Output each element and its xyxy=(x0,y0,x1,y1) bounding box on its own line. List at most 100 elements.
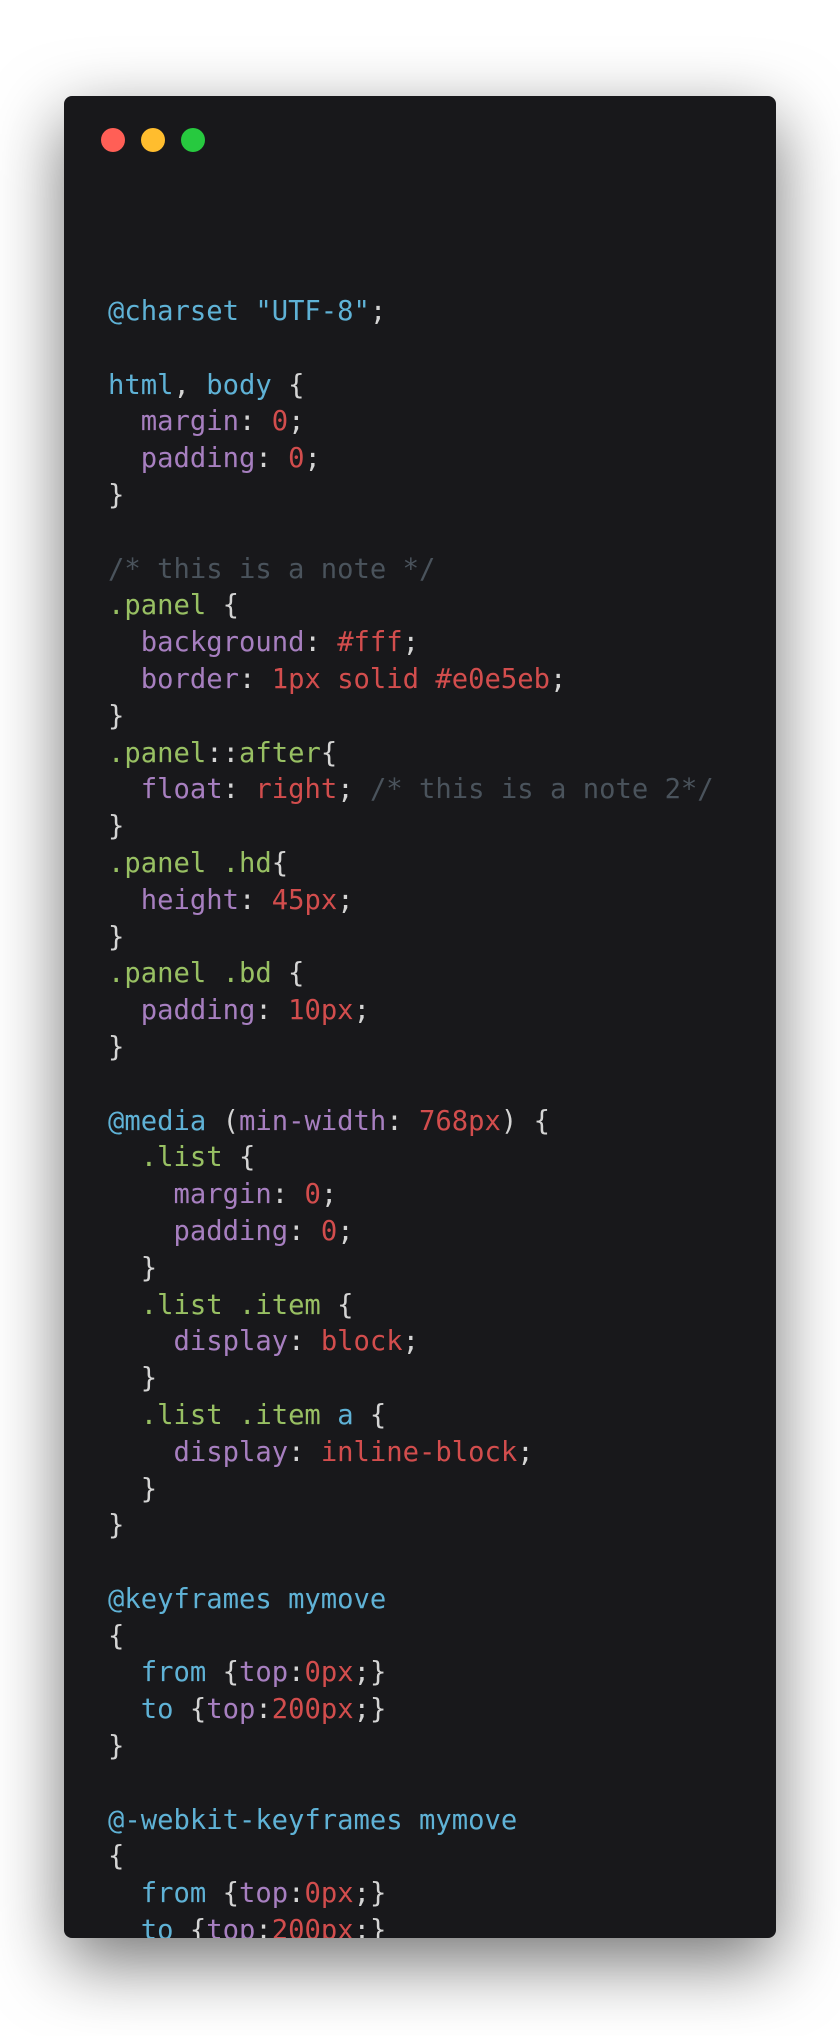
code-line: } xyxy=(108,920,714,957)
code-line: display: block; xyxy=(108,1324,714,1361)
code-token: : xyxy=(238,406,272,438)
code-token: : xyxy=(271,1179,305,1211)
code-token: { xyxy=(222,1142,256,1174)
code-token: { xyxy=(108,1620,125,1652)
code-token: 1px solid #e0e5eb xyxy=(271,663,550,695)
code-line: /* this is a note */ xyxy=(108,552,714,589)
code-line: html, body { xyxy=(108,368,714,405)
code-token: ) { xyxy=(500,1105,550,1137)
code-token: .list .item xyxy=(140,1399,321,1431)
code-token: { xyxy=(173,1915,207,1938)
code-line: { xyxy=(108,1839,714,1876)
code-line: } xyxy=(108,1030,714,1067)
code-token: after xyxy=(238,737,321,769)
code-token: 768px xyxy=(419,1105,501,1137)
code-token: { xyxy=(320,737,338,769)
code-token: a xyxy=(337,1399,354,1431)
code-token: { xyxy=(108,1841,125,1873)
code-line: } xyxy=(108,478,714,515)
code-line: @media (min-width: 768px) { xyxy=(108,1104,714,1141)
code-line: padding: 0; xyxy=(108,1214,714,1251)
code-token: { xyxy=(320,1289,354,1321)
code-token: : xyxy=(255,443,289,475)
code-line: margin: 0; xyxy=(108,404,714,441)
code-line: padding: 0; xyxy=(108,441,714,478)
code-token: 10px xyxy=(288,995,354,1027)
code-line: padding: 10px; xyxy=(108,993,714,1030)
code-line: .panel .bd { xyxy=(108,956,714,993)
code-token: right xyxy=(255,774,338,806)
code-token: : xyxy=(288,1436,321,1468)
code-token: ;} xyxy=(353,1694,387,1726)
code-token: 0 xyxy=(271,406,289,438)
code-token: : xyxy=(288,1215,321,1247)
code-token: : xyxy=(222,774,256,806)
code-token: ;} xyxy=(353,1657,387,1689)
code-token: display xyxy=(173,1436,289,1468)
code-line: margin: 0; xyxy=(108,1177,714,1214)
code-line: } xyxy=(108,1251,714,1288)
code-token: ; xyxy=(369,296,387,327)
code-line: background: #fff; xyxy=(108,625,714,662)
code-token: 200px xyxy=(271,1915,354,1938)
minimize-dot-icon[interactable] xyxy=(141,128,165,152)
code-block: @charset "UTF-8"; html, body { margin: 0… xyxy=(108,294,714,1938)
code-token: 0px xyxy=(304,1657,354,1689)
code-line: } xyxy=(108,1508,714,1545)
code-token: 0 xyxy=(288,443,305,475)
code-line: } xyxy=(108,1361,714,1398)
code-token: } xyxy=(108,479,125,511)
code-line: { xyxy=(108,1619,714,1656)
code-token: { xyxy=(206,590,239,622)
code-token: } xyxy=(108,921,125,953)
code-line: float: right; /* this is a note 2*/ xyxy=(108,772,714,809)
code-token: inline-block xyxy=(320,1436,518,1468)
code-line: @-webkit-keyframes mymove xyxy=(108,1803,714,1840)
code-token: } xyxy=(108,1252,158,1284)
code-line: .list { xyxy=(108,1140,714,1177)
code-token: } xyxy=(108,1510,125,1542)
code-token: : xyxy=(288,1878,305,1910)
code-line: } xyxy=(108,809,714,846)
maximize-dot-icon[interactable] xyxy=(181,128,205,152)
code-token: { xyxy=(271,958,305,990)
code-line: } xyxy=(108,1472,714,1509)
code-token: padding xyxy=(140,995,256,1027)
code-token: body xyxy=(206,369,272,401)
code-token: { xyxy=(271,847,289,879)
code-line: @charset "UTF-8"; xyxy=(108,294,714,331)
code-line: } xyxy=(108,1729,714,1766)
code-token: ; xyxy=(304,443,321,475)
code-token: #fff xyxy=(337,627,403,659)
close-dot-icon[interactable] xyxy=(101,128,125,152)
code-line: from {top:0px;} xyxy=(108,1876,714,1913)
code-token: margin xyxy=(140,406,239,438)
code-token: ; xyxy=(517,1436,534,1468)
code-token: : xyxy=(238,884,272,916)
code-token: /* this is a note */ xyxy=(108,553,436,585)
code-token: height xyxy=(140,884,239,916)
code-token: : xyxy=(238,663,272,695)
code-token: } xyxy=(108,1031,125,1063)
code-token: 45px xyxy=(271,884,338,916)
code-line: to {top:200px;} xyxy=(108,1913,714,1938)
code-token: ; xyxy=(402,627,420,659)
code-token: ; xyxy=(337,774,370,806)
code-token: "UTF-8" xyxy=(255,296,370,327)
